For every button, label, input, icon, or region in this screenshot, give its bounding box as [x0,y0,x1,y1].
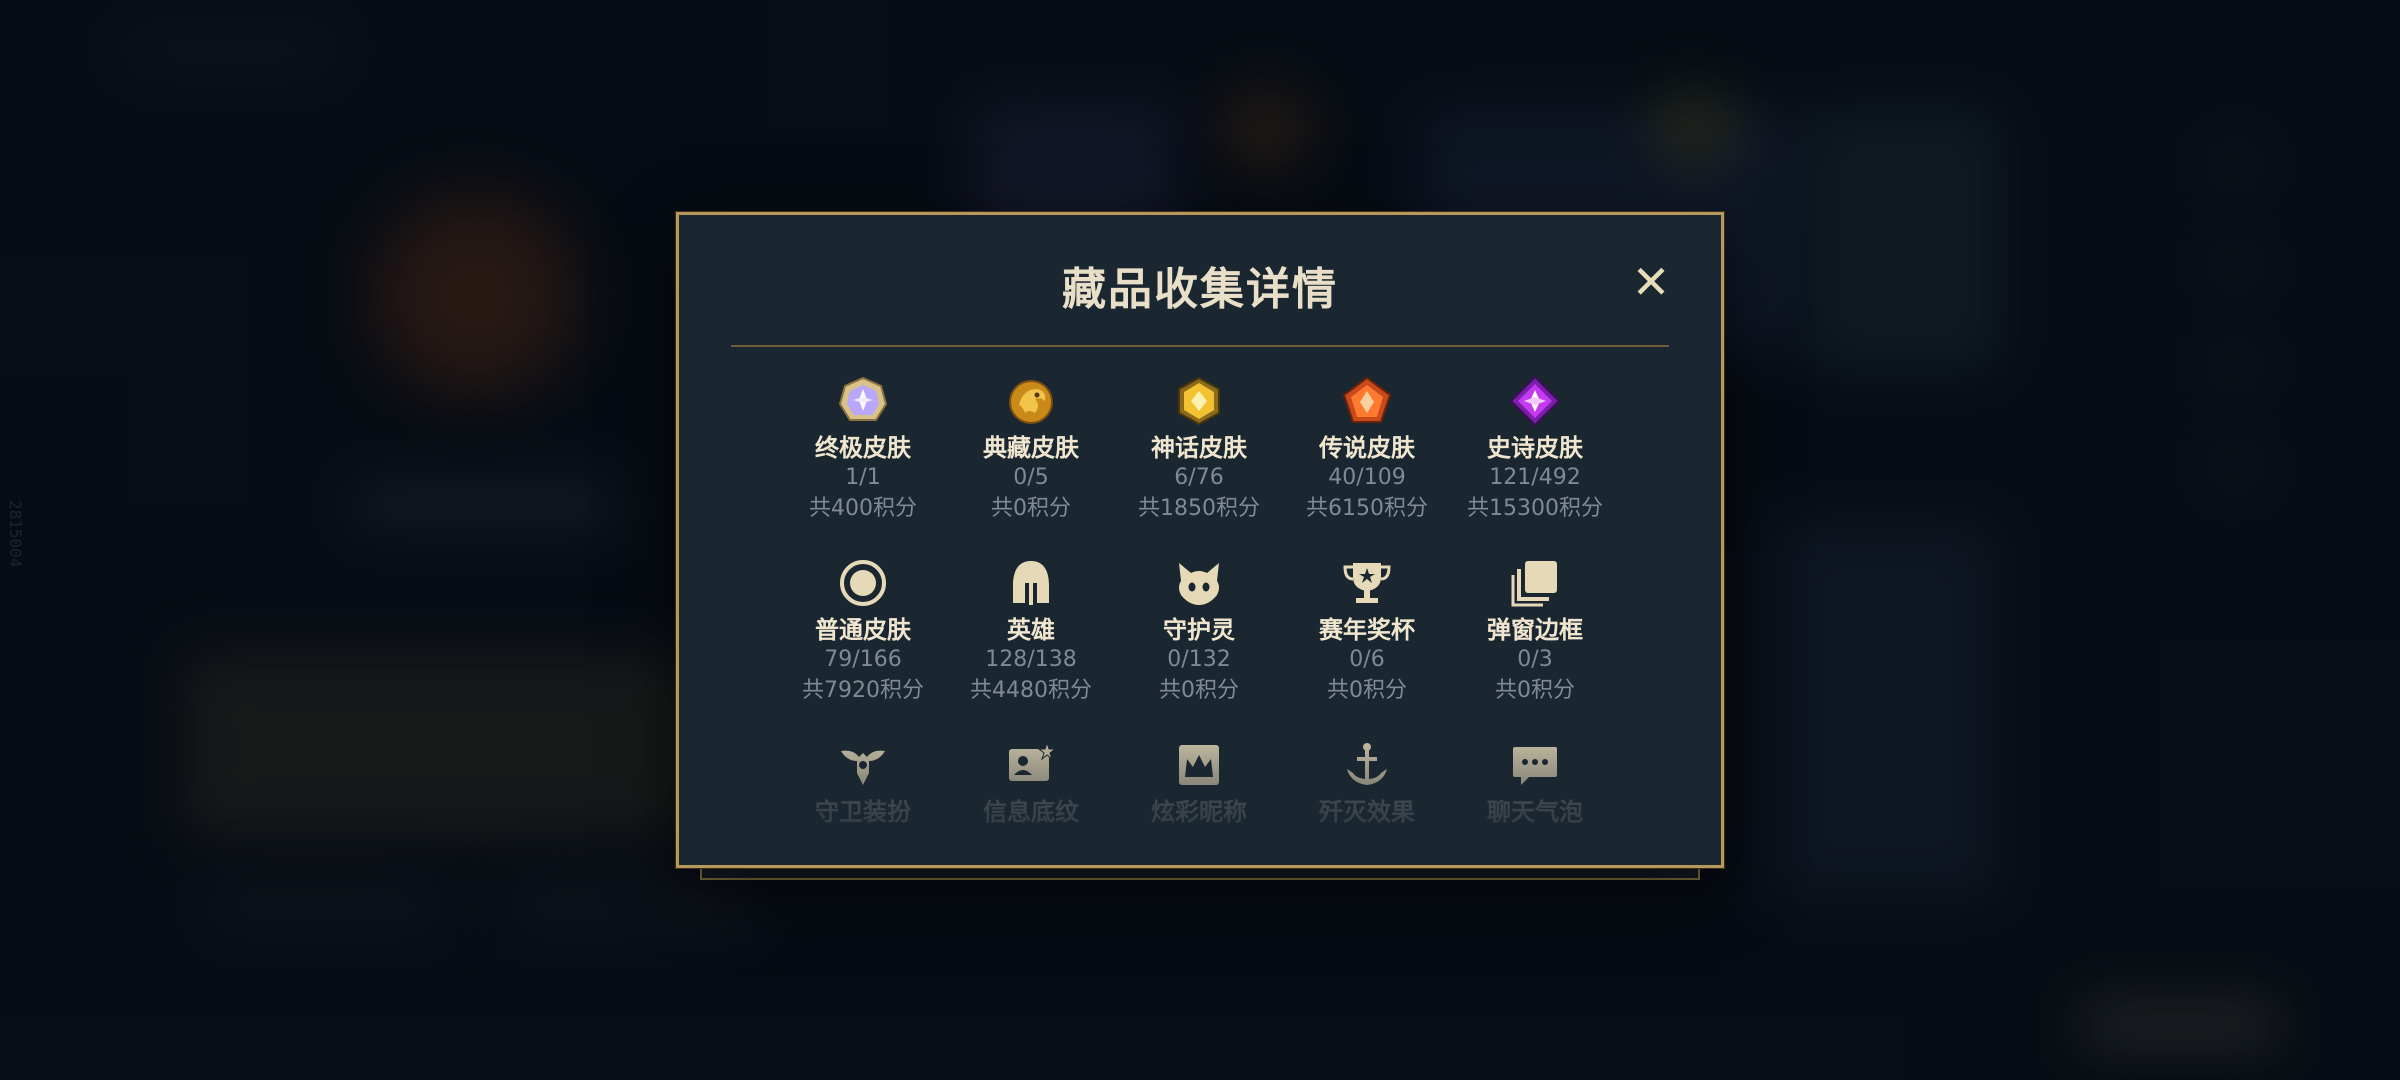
popup-frame-icon [1507,555,1563,611]
title-divider [731,345,1669,347]
collection-item-mythic-skin[interactable]: 神话皮肤 6/76 共1850积分 [1115,373,1283,525]
collection-item-chat-bubble[interactable]: 聊天气泡 [1451,737,1619,827]
flashy-nickname-icon [1171,737,1227,793]
item-points: 共0积分 [1495,678,1575,703]
collection-item-epic-skin[interactable]: 史诗皮肤 121/492 共15300积分 [1451,373,1619,525]
chat-bubble-icon [1507,737,1563,793]
modal-title: 藏品收集详情 [1062,264,1338,315]
modal-base-edge [700,866,1700,880]
collection-grid: 终极皮肤 1/1 共400积分 典藏皮肤 0/5 共0积分 神话皮肤 6/76 … [779,373,1619,827]
item-label: 英雄 [1007,616,1055,644]
item-points: 共7920积分 [802,678,924,703]
item-label: 弹窗边框 [1487,616,1583,644]
item-label: 信息底纹 [983,798,1079,826]
item-points: 共0积分 [1327,678,1407,703]
hero-helmet-icon [1003,555,1059,611]
collection-item-info-card[interactable]: 信息底纹 [947,737,1115,827]
item-count: 0/132 [1167,647,1231,672]
item-count: 6/76 [1174,465,1224,490]
info-card-icon [1003,737,1059,793]
item-count: 0/5 [1013,465,1049,490]
item-count: 121/492 [1489,465,1581,490]
item-count: 79/166 [824,647,902,672]
item-count: 1/1 [845,465,881,490]
close-icon: ✕ [1631,255,1671,309]
close-button[interactable]: ✕ [1627,259,1675,307]
item-points: 共4480积分 [970,678,1092,703]
ultimate-skin-gem-icon [835,373,891,429]
item-points: 共0积分 [1159,678,1239,703]
item-label: 炫彩昵称 [1151,798,1247,826]
item-label: 守护灵 [1163,616,1235,644]
item-points: 共6150积分 [1306,496,1428,521]
collection-item-guardian-spirit[interactable]: 守护灵 0/132 共0积分 [1115,555,1283,707]
item-label: 歼灭效果 [1319,798,1415,826]
item-points: 共15300积分 [1467,496,1603,521]
collection-item-treasured-skin[interactable]: 典藏皮肤 0/5 共0积分 [947,373,1115,525]
season-trophy-icon [1339,555,1395,611]
item-points: 共0积分 [991,496,1071,521]
guardian-spirit-icon [1171,555,1227,611]
collection-details-modal: 藏品收集详情 ✕ 终极皮肤 1/1 共400积分 典藏皮肤 0/5 共0积分 神… [676,212,1724,868]
item-label: 普通皮肤 [815,616,911,644]
collection-item-flashy-nickname[interactable]: 炫彩昵称 [1115,737,1283,827]
epic-skin-gem-icon [1507,373,1563,429]
collection-item-popup-frame[interactable]: 弹窗边框 0/3 共0积分 [1451,555,1619,707]
item-count: 40/109 [1328,465,1406,490]
annihilation-effect-icon [1339,737,1395,793]
item-label: 神话皮肤 [1151,434,1247,462]
mythic-skin-gem-icon [1171,373,1227,429]
item-points: 共1850积分 [1138,496,1260,521]
collection-item-hero[interactable]: 英雄 128/138 共4480积分 [947,555,1115,707]
item-points: 共400积分 [809,496,917,521]
item-label: 聊天气泡 [1487,798,1583,826]
collection-item-legendary-skin[interactable]: 传说皮肤 40/109 共6150积分 [1283,373,1451,525]
collection-item-ultimate-skin[interactable]: 终极皮肤 1/1 共400积分 [779,373,947,525]
item-count: 128/138 [985,647,1077,672]
collection-item-annihilation-effect[interactable]: 歼灭效果 [1283,737,1451,827]
guard-outfit-icon [835,737,891,793]
collection-item-normal-skin[interactable]: 普通皮肤 79/166 共7920积分 [779,555,947,707]
item-label: 终极皮肤 [815,434,911,462]
item-label: 典藏皮肤 [983,434,1079,462]
item-label: 史诗皮肤 [1487,434,1583,462]
item-label: 赛年奖杯 [1319,616,1415,644]
treasured-skin-dragon-icon [1003,373,1059,429]
item-label: 守卫装扮 [815,798,911,826]
item-count: 0/6 [1349,647,1385,672]
normal-skin-ring-icon [835,555,891,611]
collection-item-guard-outfit[interactable]: 守卫装扮 [779,737,947,827]
item-count: 0/3 [1517,647,1553,672]
collection-item-season-trophy[interactable]: 赛年奖杯 0/6 共0积分 [1283,555,1451,707]
item-label: 传说皮肤 [1319,434,1415,462]
legendary-skin-gem-icon [1339,373,1395,429]
